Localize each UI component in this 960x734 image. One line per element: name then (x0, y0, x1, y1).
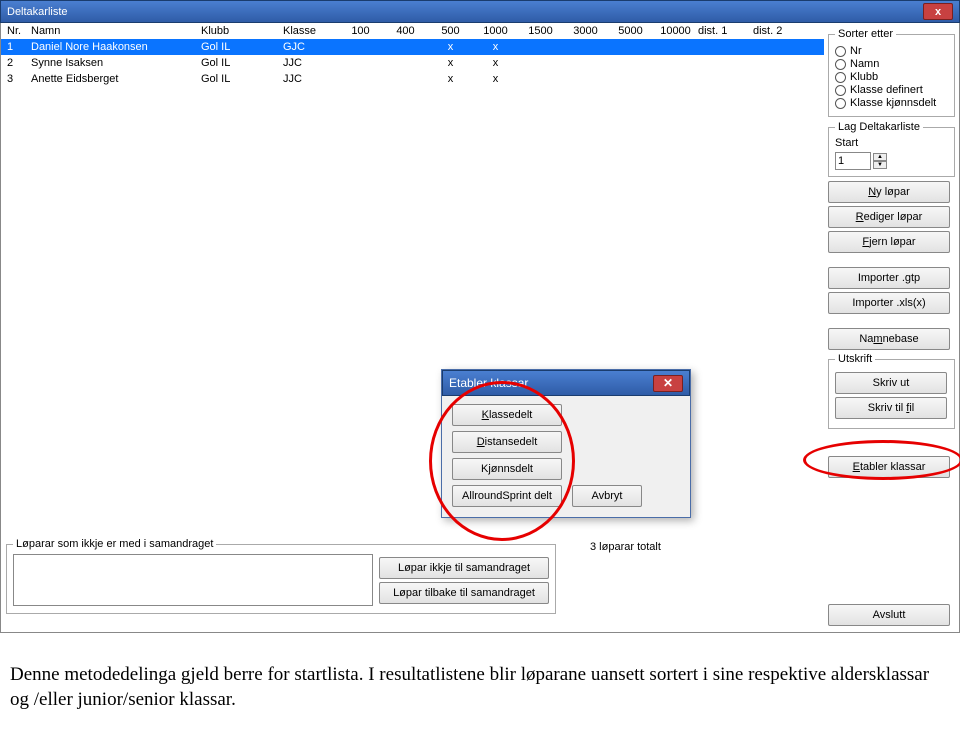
total-runners-label: 3 løparar totalt (590, 541, 661, 553)
table-header-row: Nr. Namn Klubb Klasse 100 400 500 1000 1… (1, 23, 824, 39)
col-5000: 5000 (608, 25, 653, 37)
start-input[interactable] (835, 152, 871, 170)
start-label: Start (835, 137, 948, 149)
caption-text: Denne metodedelinga gjeld berre for star… (0, 633, 960, 712)
col-100: 100 (338, 25, 383, 37)
sort-group: Sorter etter NrNamnKlubbKlasse definertK… (828, 28, 955, 117)
window-close-button[interactable]: x (923, 3, 953, 20)
table-row[interactable]: 3Anette EidsbergetGol ILJJCxx (1, 71, 824, 87)
sort-option[interactable]: Namn (835, 58, 948, 70)
table-row[interactable]: 2Synne IsaksenGol ILJJCxx (1, 55, 824, 71)
col-klasse: Klasse (283, 25, 338, 37)
table-row[interactable]: 1Daniel Nore HaakonsenGol ILGJCxx (1, 39, 824, 55)
skriv-til-fil-button[interactable]: Skriv til fil (835, 397, 947, 419)
sort-legend: Sorter etter (835, 28, 896, 40)
importer-gtp-button[interactable]: Importer .gtp (828, 267, 950, 289)
start-spin-up[interactable]: ▲ (873, 153, 887, 161)
exclude-runner-button[interactable]: Løpar ikkje til samandraget (379, 557, 549, 579)
dialog-title: Etabler klassar (449, 376, 528, 390)
sort-option[interactable]: Klubb (835, 71, 948, 83)
excluded-runners-group: Løparar som ikkje er med i samandraget L… (6, 538, 556, 614)
avslutt-button[interactable]: Avslutt (828, 604, 950, 626)
lag-legend: Lag Deltakarliste (835, 121, 923, 133)
start-spin-down[interactable]: ▼ (873, 161, 887, 169)
sort-option[interactable]: Nr (835, 45, 948, 57)
dialog-titlebar: Etabler klassar ✕ (442, 370, 690, 396)
utskrift-legend: Utskrift (835, 353, 875, 365)
col-namn: Namn (31, 25, 201, 37)
col-1000: 1000 (473, 25, 518, 37)
window-titlebar: Deltakarliste x (0, 0, 960, 23)
col-klubb: Klubb (201, 25, 283, 37)
allroundsprint-button[interactable]: AllroundSprint delt (452, 485, 562, 507)
col-nr: Nr. (1, 25, 31, 37)
distansedelt-button[interactable]: Distansedelt (452, 431, 562, 453)
sort-option[interactable]: Klasse definert (835, 84, 948, 96)
utskrift-group: Utskrift Skriv ut Skriv til fil (828, 353, 955, 429)
skriv-ut-button[interactable]: Skriv ut (835, 372, 947, 394)
rediger-lopar-button[interactable]: Rediger løpar (828, 206, 950, 228)
excluded-legend: Løparar som ikkje er med i samandraget (13, 538, 216, 550)
participant-table[interactable]: Nr. Namn Klubb Klasse 100 400 500 1000 1… (1, 23, 824, 535)
etabler-klassar-dialog: Etabler klassar ✕ Klassedelt Distansedel… (441, 369, 691, 518)
col-dist2: dist. 2 (753, 25, 808, 37)
sort-option[interactable]: Klasse kjønnsdelt (835, 97, 948, 109)
include-runner-button[interactable]: Løpar tilbake til samandraget (379, 582, 549, 604)
etabler-klassar-button[interactable]: Etabler klassar (828, 456, 950, 478)
kjonnsdelt-button[interactable]: Kjønnsdelt (452, 458, 562, 480)
col-400: 400 (383, 25, 428, 37)
window-title: Deltakarliste (7, 6, 68, 18)
col-500: 500 (428, 25, 473, 37)
importer-xls-button[interactable]: Importer .xls(x) (828, 292, 950, 314)
namnebase-button[interactable]: Namnebase (828, 328, 950, 350)
col-1500: 1500 (518, 25, 563, 37)
ny-lopar-button[interactable]: Ny løpar (828, 181, 950, 203)
dialog-cancel-button[interactable]: Avbryt (572, 485, 642, 507)
dialog-close-button[interactable]: ✕ (653, 375, 683, 392)
klassedelt-button[interactable]: Klassedelt (452, 404, 562, 426)
excluded-listbox[interactable] (13, 554, 373, 606)
col-dist1: dist. 1 (698, 25, 753, 37)
col-10000: 10000 (653, 25, 698, 37)
col-3000: 3000 (563, 25, 608, 37)
fjern-lopar-button[interactable]: Fjern løpar (828, 231, 950, 253)
lag-group: Lag Deltakarliste Start ▲ ▼ (828, 121, 955, 177)
